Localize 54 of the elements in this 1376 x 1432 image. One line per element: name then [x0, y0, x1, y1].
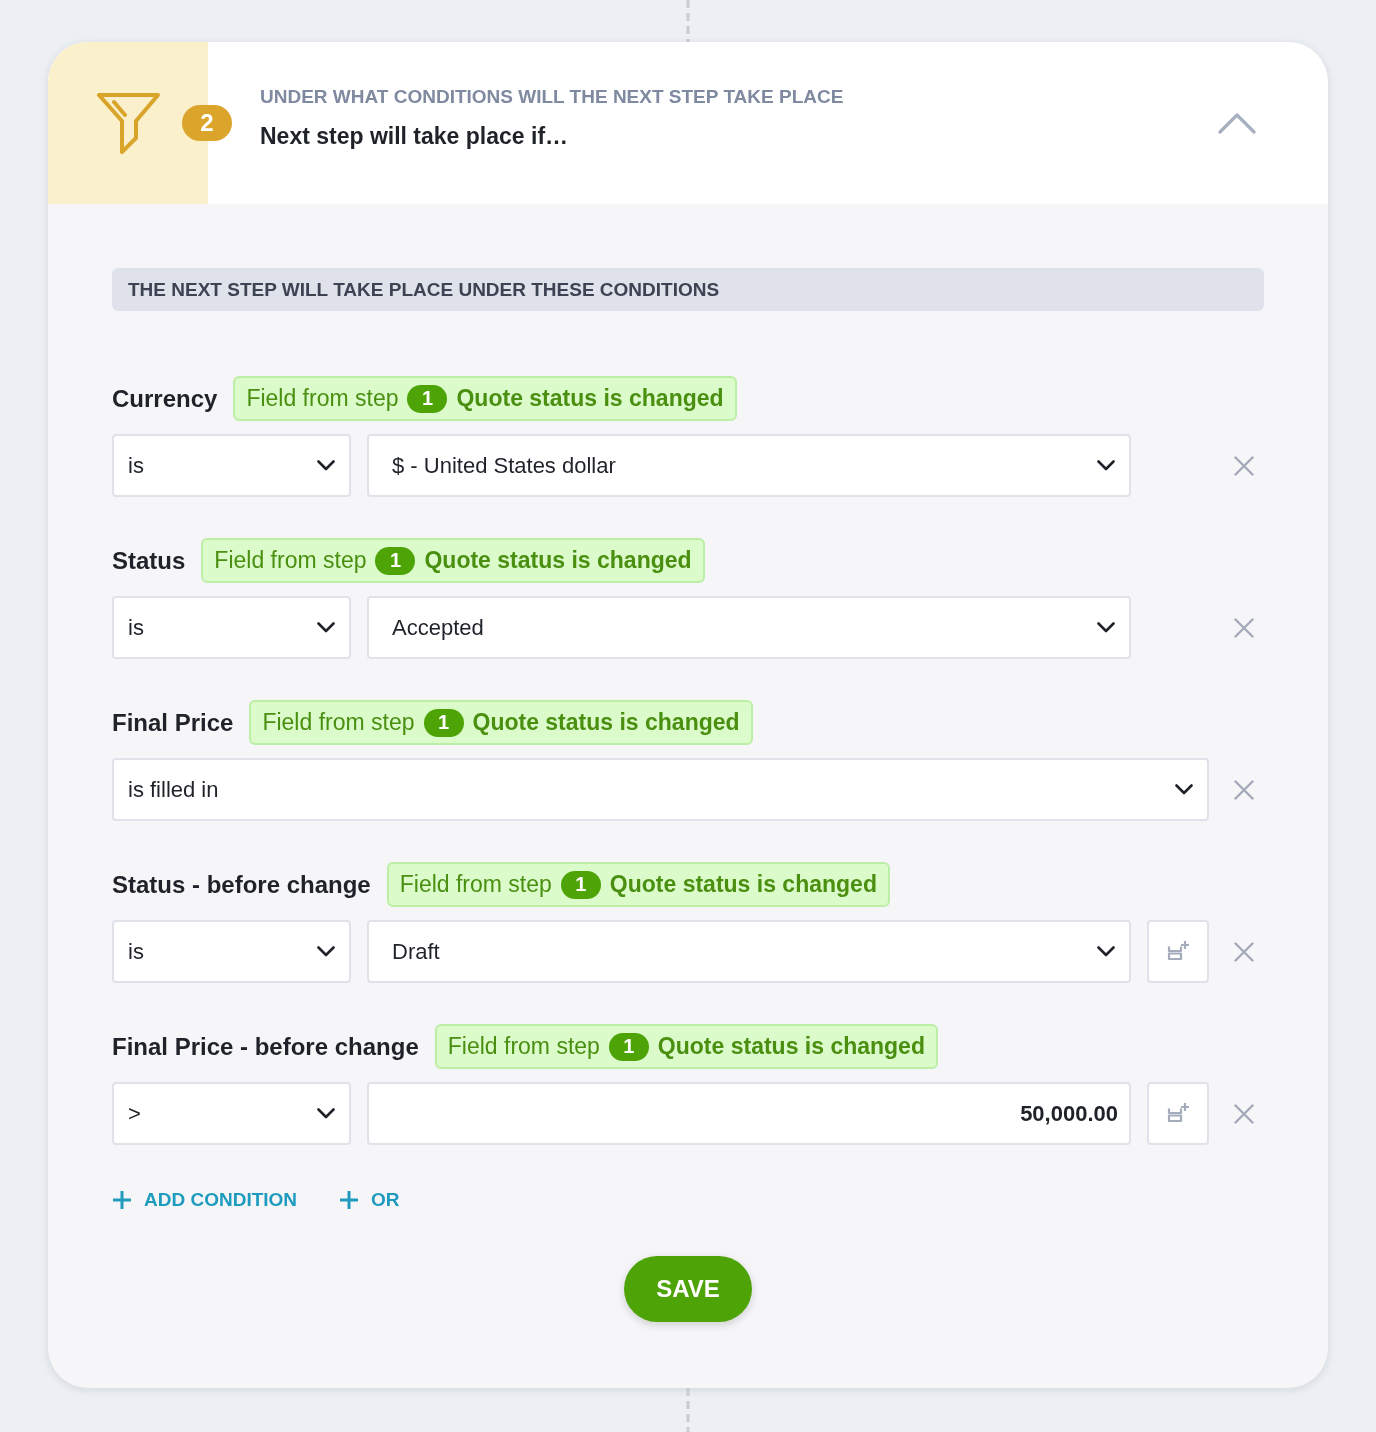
step-name: Quote status is changed	[657, 1033, 925, 1060]
step-number-badge: 1	[560, 870, 601, 899]
step-title: Next step will take place if…	[260, 122, 570, 151]
plus-icon	[339, 1190, 360, 1210]
number-field[interactable]: 50,000.00	[367, 1082, 1131, 1145]
chevron-down-icon	[1097, 460, 1115, 471]
tag-text: Field from step	[246, 385, 399, 412]
connector-line	[686, 1388, 690, 1432]
value-select[interactable]: $ - United States dollar	[367, 434, 1131, 497]
condition-label: Final Price - before change	[112, 1032, 419, 1061]
operator-select[interactable]: is filled in	[112, 758, 1209, 821]
chevron-down-icon	[317, 622, 335, 633]
operator-select[interactable]: is	[112, 434, 351, 497]
step-number-badge: 2	[182, 105, 232, 141]
close-icon	[1234, 1103, 1254, 1124]
chevron-down-icon	[1097, 622, 1115, 633]
value-select[interactable]: Accepted	[367, 596, 1131, 659]
operator-select[interactable]: >	[112, 1082, 351, 1145]
step-name: Quote status is changed	[456, 385, 724, 412]
chevron-up-icon	[1218, 112, 1256, 134]
step-overline: UNDER WHAT CONDITIONS WILL THE NEXT STEP TAKE PLACE	[260, 85, 844, 109]
tag-text: Field from step	[262, 709, 415, 736]
insert-variable-button[interactable]	[1147, 920, 1209, 983]
funnel-icon	[96, 92, 160, 154]
step-number-badge: 1	[407, 384, 448, 413]
step-number-badge: 1	[375, 546, 416, 575]
close-icon	[1234, 941, 1254, 962]
chevron-down-icon	[1175, 784, 1193, 795]
operator-select[interactable]: is	[112, 596, 351, 659]
tag-text: Field from step	[447, 1033, 600, 1060]
condition-label: Status - before change	[112, 870, 371, 899]
close-icon	[1234, 779, 1254, 800]
insert-variable-button[interactable]	[1147, 1082, 1209, 1145]
operator-select[interactable]: is	[112, 920, 351, 983]
chevron-down-icon	[317, 1108, 335, 1119]
tag-text: Field from step	[399, 871, 552, 898]
condition-label: Status	[112, 546, 186, 575]
connector-line	[686, 0, 690, 42]
step-number-badge: 1	[608, 1032, 649, 1061]
plus-icon	[112, 1190, 132, 1210]
step-name: Quote status is changed	[424, 547, 692, 574]
step-number-badge: 1	[423, 708, 464, 737]
close-icon	[1234, 455, 1254, 476]
close-icon	[1234, 617, 1254, 638]
section-heading: THE NEXT STEP WILL TAKE PLACE UNDER THESE CONDITIONS	[112, 268, 1264, 311]
tag-text: Field from step	[214, 547, 367, 574]
chevron-down-icon	[1097, 946, 1115, 957]
chevron-down-icon	[317, 460, 335, 471]
chevron-down-icon	[317, 946, 335, 957]
condition-label: Currency	[112, 384, 218, 413]
step-name: Quote status is changed	[609, 871, 877, 898]
condition-label: Final Price	[112, 708, 234, 737]
step-name: Quote status is changed	[472, 709, 740, 736]
value-select[interactable]: Draft	[367, 920, 1131, 983]
